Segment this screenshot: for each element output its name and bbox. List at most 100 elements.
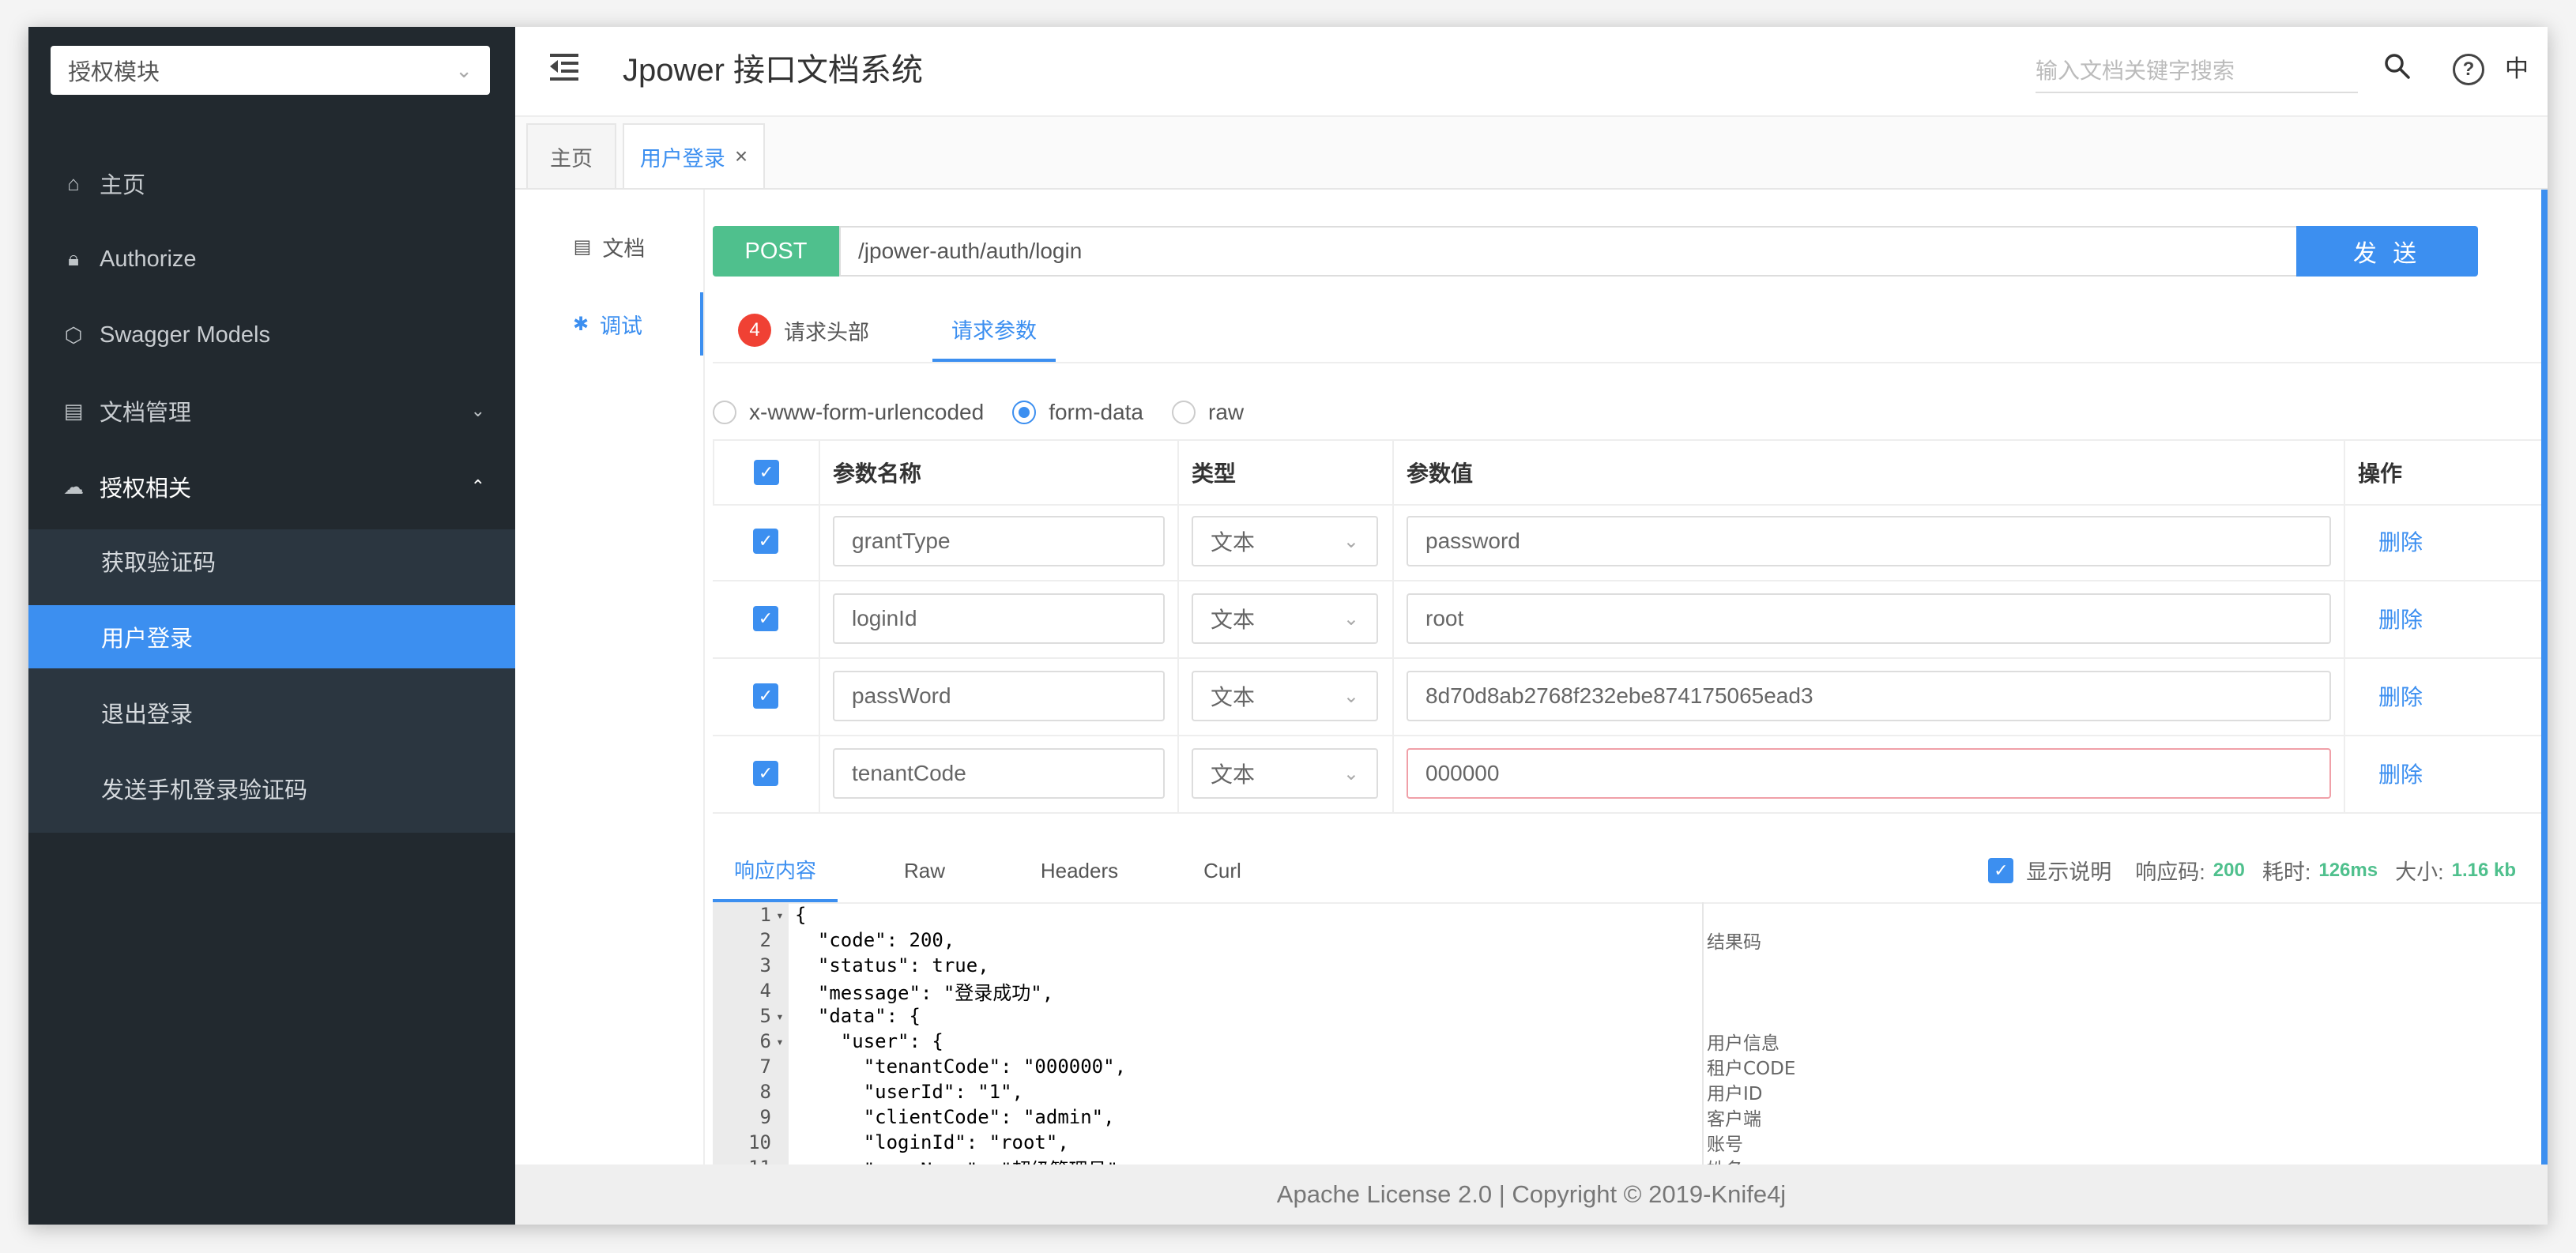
footer: Apache License 2.0 | Copyright © 2019-Kn… [515, 1165, 2548, 1225]
delete-link[interactable]: 删除 [2378, 758, 2423, 789]
scrollbar[interactable] [2541, 190, 2548, 1165]
param-name-value: grantType [852, 529, 951, 553]
code-text: "user": { [795, 1030, 943, 1052]
sidebar-subitem-label: 用户登录 [101, 626, 194, 652]
module-select-value: 授权模块 [68, 60, 160, 85]
sidebar-subitem[interactable]: 发送手机登录验证码 [28, 757, 515, 820]
close-icon[interactable]: × [735, 144, 748, 169]
sidebar-item-swagger-models[interactable]: ⬡ Swagger Models [28, 303, 515, 367]
tab-request-headers[interactable]: 4 请求头部 [738, 299, 869, 362]
param-type-value: 文本 [1211, 530, 1256, 555]
row-checkbox[interactable]: ✓ [753, 606, 778, 631]
field-description: 租户CODE [1707, 1059, 1796, 1079]
show-desc-checkbox[interactable]: ✓ [1988, 857, 2014, 883]
param-name-input[interactable]: passWord [833, 671, 1165, 721]
tab-response-headers[interactable]: Headers [1016, 839, 1143, 902]
document-icon: ▤ [573, 235, 592, 258]
tab-home[interactable]: 主页 [526, 123, 616, 188]
row-checkbox[interactable]: ✓ [753, 683, 778, 709]
param-type-select[interactable]: 文本 ⌄ [1192, 593, 1378, 644]
search-icon[interactable] [2382, 51, 2413, 82]
param-name-cell: passWord [820, 657, 1179, 735]
radio-urlencoded[interactable]: x-www-form-urlencoded [713, 400, 984, 425]
field-description: 客户端 [1707, 1109, 1761, 1130]
language-toggle[interactable]: 中 [2505, 49, 2529, 84]
help-icon[interactable]: ? [2453, 54, 2484, 85]
param-name-input[interactable]: loginId [833, 593, 1165, 644]
url-input[interactable]: /jpower-auth/auth/login [839, 226, 2303, 277]
line-number: 9 [759, 1106, 771, 1128]
delete-link[interactable]: 删除 [2378, 603, 2423, 634]
response-code-editor[interactable]: 1 ▾{2 "code": 200, 结果码 3 "status": true, 4 "… [713, 902, 2548, 1188]
param-name-input[interactable]: grantType [833, 516, 1165, 566]
tab-response-raw[interactable]: Raw [871, 839, 978, 902]
delete-link[interactable]: 删除 [2378, 680, 2423, 712]
param-value-text: 000000 [1425, 761, 1500, 785]
sidebar-item-doc-management[interactable]: ▤ 文档管理 ⌄ [28, 379, 515, 442]
fold-toggle-icon[interactable]: ▾ [771, 1009, 789, 1024]
request-tabs: 4 请求头部 请求参数 [713, 299, 2548, 363]
size-value: 1.16 kb [2451, 859, 2516, 881]
param-type-select[interactable]: 文本 ⌄ [1192, 671, 1378, 721]
sidebar-subitem[interactable]: 退出登录 [28, 681, 515, 744]
code-line: 8 "userId": "1", 用户ID [713, 1079, 2548, 1104]
fold-toggle-icon[interactable]: ▾ [771, 908, 789, 923]
code-text: "code": 200, [795, 929, 955, 951]
menu-collapse-icon[interactable] [550, 49, 585, 88]
headers-count-badge: 4 [738, 314, 771, 347]
delete-link[interactable]: 删除 [2378, 525, 2423, 557]
code-line: 5 ▾ "data": { [713, 1003, 2548, 1029]
param-value-input[interactable]: 8d70d8ab2768f232ebe874175065ead3 [1407, 671, 2331, 721]
document-icon: ▤ [63, 398, 84, 423]
module-select[interactable]: 授权模块 ⌄ [51, 46, 490, 95]
param-type-select[interactable]: 文本 ⌄ [1192, 748, 1378, 799]
code-text: "userId": "1", [795, 1081, 1023, 1103]
param-name-input[interactable]: tenantCode [833, 748, 1165, 799]
radio-raw[interactable]: raw [1172, 400, 1244, 425]
sidebar-item-authorize[interactable]: 🔒︎ Authorize [28, 228, 515, 291]
code-line: 3 "status": true, [713, 953, 2548, 978]
tab-request-params[interactable]: 请求参数 [932, 299, 1056, 362]
row-checkbox[interactable]: ✓ [753, 761, 778, 786]
param-value-input[interactable]: root [1407, 593, 2331, 644]
search-input[interactable]: 输入文档关键字搜索 [2036, 47, 2358, 93]
sidebar-subitem-active[interactable]: 用户登录 [28, 605, 515, 668]
param-name-value: passWord [852, 683, 951, 708]
col-header-type: 类型 [1179, 441, 1394, 504]
lock-icon: 🔒︎ [68, 246, 79, 270]
radio-form-data[interactable]: form-data [1012, 400, 1143, 425]
param-type-select[interactable]: 文本 ⌄ [1192, 516, 1378, 566]
tab-response-curl[interactable]: Curl [1171, 839, 1274, 902]
param-value-input[interactable]: password [1407, 516, 2331, 566]
code-line: 9 "clientCode": "admin", 客户端 [713, 1104, 2548, 1130]
sidebar-item-home[interactable]: ⌂ 主页 [28, 152, 515, 215]
select-all-cell: ✓ [713, 441, 820, 504]
radio-label: form-data [1049, 400, 1144, 424]
select-all-checkbox[interactable]: ✓ [754, 460, 779, 485]
side-tab-debug[interactable]: ✱ 调试 [515, 292, 703, 356]
tab-user-login[interactable]: 用户登录 × [623, 123, 765, 188]
line-number: 10 [748, 1131, 771, 1153]
tab-label: 请求参数 [951, 318, 1037, 343]
radio-dot-selected[interactable] [1012, 401, 1037, 424]
response-info: ✓ 显示说明 响应码: 200 耗时: 126ms 大小: 1.16 kb [1988, 855, 2516, 886]
top-header: Jpower 接口文档系统 输入文档关键字搜索 ? 中 [515, 27, 2548, 117]
row-checkbox[interactable]: ✓ [753, 529, 778, 554]
radio-dot[interactable] [1172, 401, 1196, 424]
sidebar-item-auth[interactable]: ☁ 授权相关 ⌃ [28, 455, 515, 518]
line-number: 6 [759, 1030, 771, 1052]
param-value-input[interactable]: 000000 [1407, 748, 2331, 799]
radio-dot[interactable] [713, 401, 736, 424]
show-desc-label: 显示说明 [2026, 860, 2112, 884]
cube-icon: ⬡ [64, 322, 83, 347]
param-type-value: 文本 [1211, 685, 1256, 709]
sidebar-subitem[interactable]: 获取验证码 [28, 529, 515, 593]
code-text: "tenantCode": "000000", [795, 1055, 1127, 1078]
radio-label: raw [1208, 400, 1245, 424]
send-button[interactable]: 发 送 [2296, 226, 2478, 277]
side-tab-doc[interactable]: ▤ 文档 [515, 215, 703, 278]
tab-response-content[interactable]: 响应内容 [713, 839, 838, 902]
radio-label: x-www-form-urlencoded [749, 400, 985, 424]
code-line: 6 ▾ "user": {用户信息 [713, 1029, 2548, 1054]
fold-toggle-icon[interactable]: ▾ [771, 1034, 789, 1049]
